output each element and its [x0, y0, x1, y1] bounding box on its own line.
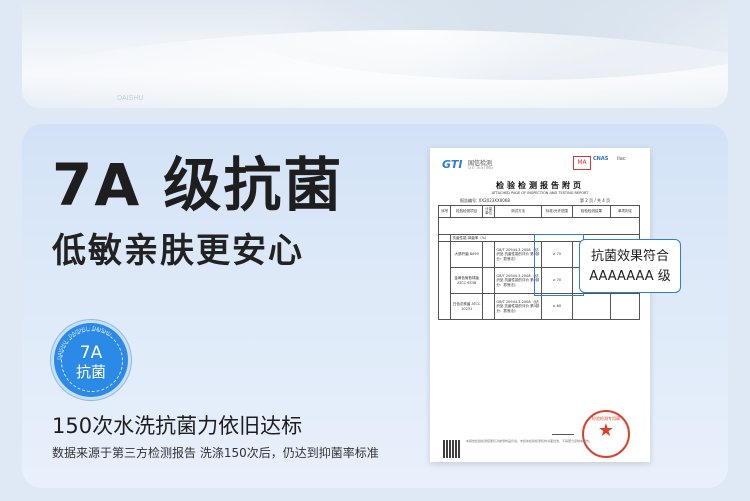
- header-cell: 序号: [437, 205, 452, 218]
- report-page: 第 2 页 / 共 4 页: [580, 198, 611, 203]
- seal-star-icon: ★: [597, 420, 615, 441]
- antibacterial-badge: DAISHU · DAISHU · DAISHU 7A 抗菌: [54, 323, 128, 397]
- item-cell: 金黄色葡萄球菌 ATCC 6538: [450, 267, 483, 295]
- qr-code-icon: [443, 440, 461, 458]
- result-callout: 抗菌效果符合 AAAAAAA 级: [579, 239, 681, 293]
- gti-logo: GTI: [442, 158, 463, 171]
- header-cell: 检验检测结果: [571, 205, 611, 218]
- callout-line1: 抗菌效果符合: [590, 249, 669, 264]
- signature-line: [552, 428, 574, 435]
- caption-note: 数据来源于第三方检测报告 洗涤150次后，仍达到抑菌率标准: [52, 446, 379, 460]
- table-header-row: 序号 检验检测项目 计量单位 测试方法 标准/允许范围 检验检测结果 单项判定: [437, 205, 641, 218]
- badge-label: 抗菌: [75, 363, 106, 381]
- std-cell: ≥ 60: [540, 293, 573, 321]
- method-cell: GB/T 20944.3-2008 《纺织品 抗菌性能的评价 第3部分：振荡法》: [494, 293, 542, 321]
- header-cell: 单项判定: [609, 205, 641, 218]
- report-footer: 本报告检验检测结果仅对被测样品负责。未经本检验检测机构书面批准，不得部分复制本报…: [466, 439, 593, 443]
- caption-main: 150次水洗抗菌力依旧达标: [52, 414, 303, 438]
- table-row: 白色念珠菌 ATCC 10231 GB/T 20944.3-2008 《纺织品 …: [439, 293, 641, 321]
- callout-line2: AAAAAAA 级: [589, 269, 671, 284]
- watermark-text: DAISHU: [117, 95, 144, 102]
- report-number: 报告编号: XX2023XX0068: [460, 198, 510, 203]
- header-cell: 测试方法: [494, 205, 542, 218]
- cnas-mark: CNAS: [593, 156, 609, 162]
- header-cell: 标准/允许范围: [540, 205, 573, 218]
- header-cell: 计量单位: [481, 205, 496, 218]
- badge-grade: 7A: [79, 343, 103, 363]
- result-highlight-box: [534, 234, 584, 296]
- test-report-document: GTI 国信检测 GTI TESTING MA CNAS ilac 检验检测报告…: [430, 148, 650, 462]
- report-title: 检验检测报告附页: [496, 181, 584, 190]
- item-cell: 大肠杆菌 8099: [450, 241, 483, 269]
- headline: 7A 级抗菌: [52, 151, 344, 219]
- item-cell: 白色念珠菌 ATCC 10231: [450, 293, 483, 321]
- report-title-en: ATTACHED PAGE OF INSPECTION AND TESTING …: [491, 191, 589, 195]
- header-cell: 检验检测项目: [450, 205, 483, 218]
- gti-logo-en: GTI TESTING: [468, 165, 494, 170]
- top-product-photo: DAISHU: [22, 0, 728, 108]
- subheadline: 低敏亲肤更安心: [52, 231, 304, 271]
- ilac-mark: ilac: [617, 156, 626, 162]
- ma-mark: MA: [573, 156, 591, 170]
